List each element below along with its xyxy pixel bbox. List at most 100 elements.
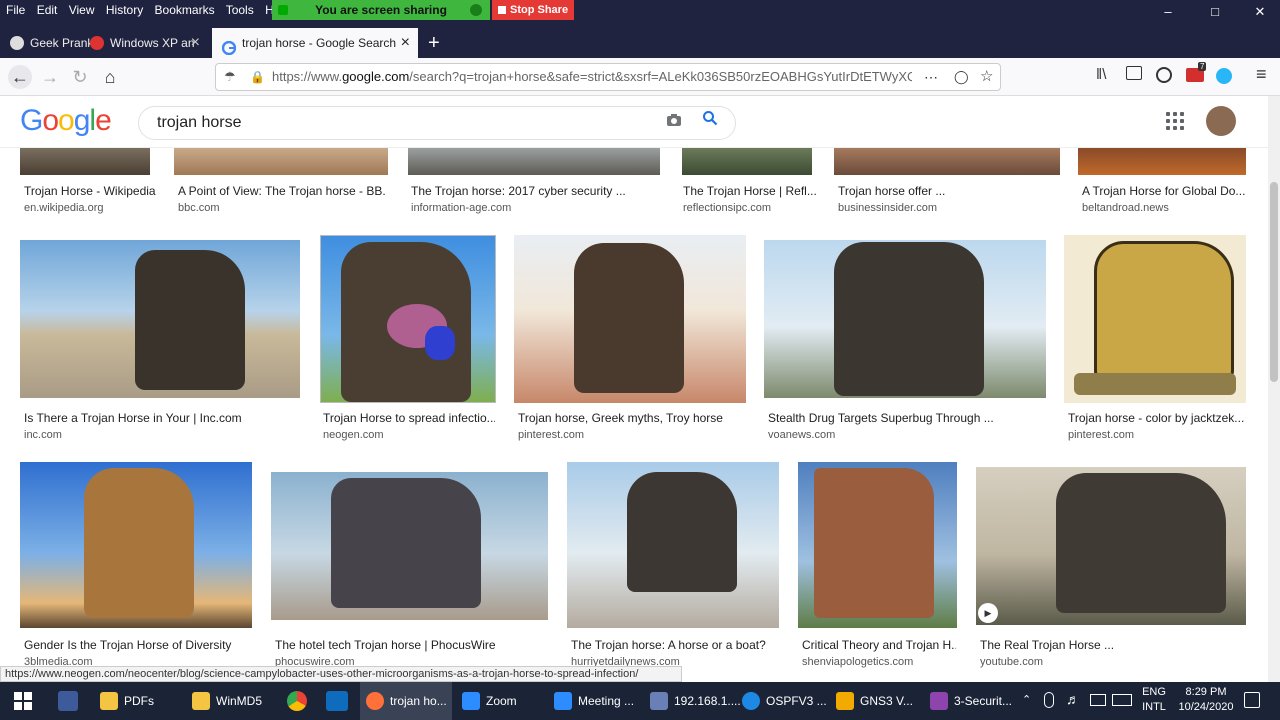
result-title[interactable]: Trojan horse - color by jacktzek... xyxy=(1068,411,1246,425)
taskbar-item-zoom[interactable]: Zoom xyxy=(456,682,544,720)
lock-icon[interactable]: 🔒 xyxy=(250,64,265,90)
taskbar-item-remote[interactable]: 192.168.1.... xyxy=(644,682,741,720)
scrollbar-thumb[interactable] xyxy=(1270,182,1278,382)
result-title[interactable]: Trojan horse, Greek myths, Troy horse xyxy=(518,411,746,425)
tab-windows-xp[interactable]: Windows XP an × xyxy=(80,28,208,58)
menu-tools[interactable]: Tools xyxy=(226,3,254,17)
notifications-icon[interactable] xyxy=(1244,692,1260,708)
maximize-icon[interactable]: □ xyxy=(1205,4,1225,22)
zoom-extension-icon[interactable] xyxy=(1216,68,1232,84)
result-image[interactable] xyxy=(320,235,496,403)
chrome-icon[interactable] xyxy=(287,691,307,711)
tab-trojan-horse-search[interactable]: trojan horse - Google Search × xyxy=(212,28,418,58)
result-title[interactable]: The Trojan horse: A horse or a boat? xyxy=(571,638,779,652)
tracking-shield-icon[interactable]: ☂ xyxy=(224,64,236,90)
close-window-icon[interactable]: ✕ xyxy=(1250,4,1270,22)
result-title[interactable]: Gender Is the Trojan Horse of Diversity xyxy=(24,638,252,652)
result-image[interactable] xyxy=(271,472,548,620)
back-icon[interactable]: ← xyxy=(8,65,32,89)
menu-bookmarks[interactable]: Bookmarks xyxy=(155,3,215,17)
windows-start-icon[interactable] xyxy=(14,692,32,710)
library-icon[interactable]: ‖\ xyxy=(1096,66,1106,83)
result-title[interactable]: Trojan Horse to spread infectio... xyxy=(323,411,495,425)
url-rest: /search?q=trojan+horse&safe=strict&sxsrf… xyxy=(409,69,912,84)
google-logo[interactable]: Google xyxy=(20,104,112,138)
microphone-icon[interactable] xyxy=(1044,692,1054,708)
stop-share-button[interactable]: Stop Share xyxy=(492,0,574,20)
network-app-icon[interactable] xyxy=(58,691,78,711)
page-actions-icon[interactable]: ⋯ xyxy=(924,64,938,90)
menu-view[interactable]: View xyxy=(69,3,95,17)
keyboard-icon[interactable] xyxy=(1112,694,1132,706)
result-image[interactable] xyxy=(567,462,779,628)
scrollbar[interactable] xyxy=(1268,96,1280,682)
apps-grid-icon[interactable] xyxy=(1166,112,1184,130)
result-image[interactable] xyxy=(174,148,388,175)
reload-icon[interactable]: ↻ xyxy=(68,65,92,89)
result-image[interactable] xyxy=(514,235,746,403)
avatar[interactable] xyxy=(1206,106,1236,136)
result-image[interactable] xyxy=(834,148,1060,175)
close-tab-icon[interactable]: × xyxy=(191,28,200,58)
bookmark-star-icon[interactable]: ☆ xyxy=(980,64,993,90)
result-image[interactable] xyxy=(798,462,957,628)
home-icon[interactable]: ⌂ xyxy=(98,65,122,89)
result-image[interactable] xyxy=(20,462,252,628)
new-tab-icon[interactable]: + xyxy=(428,32,440,55)
result-title[interactable]: Trojan Horse - Wikipedia xyxy=(24,184,170,198)
result-image[interactable] xyxy=(20,240,300,398)
outlook-icon[interactable] xyxy=(326,691,348,711)
result-title[interactable]: The Trojan Horse | Refl... xyxy=(683,184,817,198)
result-title[interactable]: Is There a Trojan Horse in Your | Inc.co… xyxy=(24,411,300,425)
result-image[interactable]: ▶ xyxy=(976,467,1246,625)
taskbar-item-winmd5[interactable]: WinMD5 xyxy=(186,682,270,720)
geek-prank-favicon-icon xyxy=(10,36,24,50)
taskbar-item-meeting[interactable]: Meeting ... xyxy=(548,682,638,720)
result-title[interactable]: Trojan horse offer ... xyxy=(838,184,1058,198)
result-image[interactable] xyxy=(682,148,812,175)
clock[interactable]: 8:29 PM 10/24/2020 xyxy=(1178,685,1234,715)
camera-icon[interactable] xyxy=(666,113,682,129)
language-indicator[interactable]: ENG INTL xyxy=(1140,685,1168,715)
result-image[interactable] xyxy=(1064,235,1246,403)
taskbar-item-pdfs[interactable]: PDFs xyxy=(94,682,178,720)
battery-icon[interactable] xyxy=(1090,694,1106,706)
result-image[interactable] xyxy=(408,148,660,175)
taskbar-label: Zoom xyxy=(486,694,517,708)
taskbar-label: Meeting ... xyxy=(578,694,635,708)
result-title[interactable]: A Point of View: The Trojan horse - BB..… xyxy=(178,184,386,198)
close-tab-icon[interactable]: × xyxy=(401,28,410,58)
result-image[interactable] xyxy=(764,240,1046,398)
search-icon[interactable] xyxy=(702,110,718,131)
result-title[interactable]: Stealth Drug Targets Superbug Through ..… xyxy=(768,411,1044,425)
menu-history[interactable]: History xyxy=(106,3,143,17)
remote-desktop-icon xyxy=(650,692,668,710)
taskbar-label: GNS3 V... xyxy=(860,694,913,708)
url-bar[interactable]: ☂ 🔒 https://www.google.com/search?q=troj… xyxy=(215,63,1001,91)
volume-icon[interactable]: ♬ xyxy=(1066,691,1080,707)
taskbar-item-gns3[interactable]: GNS3 V... xyxy=(830,682,920,720)
taskbar-item-firefox[interactable]: trojan ho... xyxy=(360,682,452,720)
menu-file[interactable]: File xyxy=(6,3,25,17)
result-title[interactable]: Critical Theory and Trojan H... xyxy=(802,638,956,652)
result-image[interactable] xyxy=(20,148,150,175)
result-title[interactable]: The Trojan horse: 2017 cyber security ..… xyxy=(411,184,659,198)
sidebar-icon[interactable] xyxy=(1126,66,1142,80)
result-title[interactable]: The hotel tech Trojan horse | PhocusWire xyxy=(275,638,547,652)
menu-edit[interactable]: Edit xyxy=(37,3,58,17)
taskbar-item-security[interactable]: 3-Securit... xyxy=(924,682,1016,720)
pocket-icon[interactable]: ◯ xyxy=(954,64,969,90)
taskbar-item-ospfv3[interactable]: OSPFV3 ... xyxy=(736,682,828,720)
video-play-icon[interactable]: ▶ xyxy=(978,603,998,623)
minimize-icon[interactable]: – xyxy=(1158,4,1178,22)
result-image[interactable] xyxy=(1078,148,1246,175)
result-title[interactable]: The Real Trojan Horse ... xyxy=(980,638,1246,652)
account-icon[interactable] xyxy=(1156,67,1172,83)
tab-geek-prank[interactable]: Geek Prank xyxy=(0,28,92,58)
hamburger-menu-icon[interactable]: ≡ xyxy=(1256,64,1267,85)
result-title[interactable]: A Trojan Horse for Global Do... xyxy=(1082,184,1246,198)
navigation-bar: ← → ↻ ⌂ ☂ 🔒 https://www.google.com/searc… xyxy=(0,58,1280,96)
forward-icon[interactable]: → xyxy=(38,65,62,89)
tray-chevron-icon[interactable]: ⌃ xyxy=(1022,693,1031,706)
search-input[interactable]: trojan horse xyxy=(138,106,736,140)
